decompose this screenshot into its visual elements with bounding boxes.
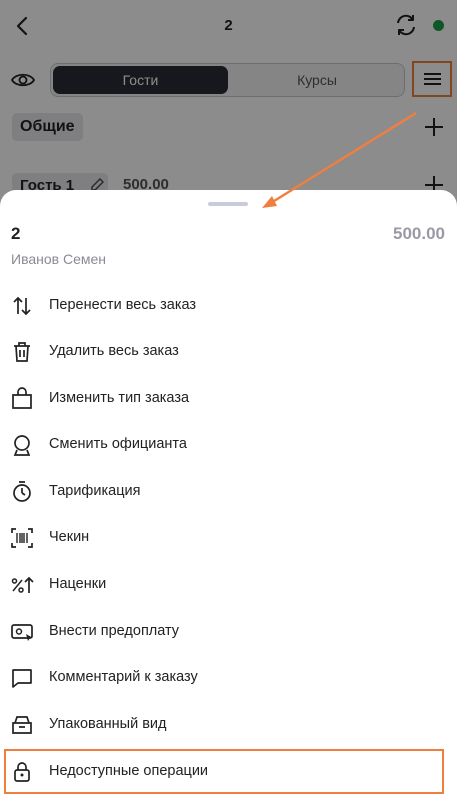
swap-vertical-icon xyxy=(10,294,34,318)
action-label: Наценки xyxy=(49,576,107,592)
action-label: Упакованный вид xyxy=(49,716,167,732)
action-label: Сменить официанта xyxy=(49,436,187,452)
action-packed-view[interactable]: Упакованный вид xyxy=(0,703,457,747)
action-label: Внести предоплату xyxy=(49,623,180,639)
stopwatch-icon xyxy=(10,480,34,504)
action-change-waiter[interactable]: Сменить официанта xyxy=(0,423,457,467)
action-checkin[interactable]: Чекин xyxy=(0,516,457,560)
prepay-icon xyxy=(10,620,34,644)
package-icon xyxy=(10,713,34,737)
sheet-waiter-name: Иванов Семен xyxy=(11,251,107,267)
action-order-comment[interactable]: Комментарий к заказу xyxy=(0,656,457,700)
action-delete-order[interactable]: Удалить весь заказ xyxy=(0,330,457,374)
sheet-drag-handle[interactable] xyxy=(208,202,248,206)
action-prepayment[interactable]: Внести предоплату xyxy=(0,610,457,654)
action-label: Изменить тип заказа xyxy=(49,390,190,406)
comment-icon xyxy=(10,666,34,690)
action-label: Удалить весь заказ xyxy=(49,343,179,359)
sheet-order-number: 2 xyxy=(11,224,21,243)
action-label: Комментарий к заказу xyxy=(49,669,198,685)
action-label: Тарификация xyxy=(49,483,141,499)
highlight-box xyxy=(4,749,444,794)
action-move-order[interactable]: Перенести весь заказ xyxy=(0,284,457,328)
action-markups[interactable]: Наценки xyxy=(0,563,457,607)
action-change-order-type[interactable]: Изменить тип заказа xyxy=(0,377,457,421)
barcode-scan-icon xyxy=(10,526,34,550)
order-actions-sheet: 2 500.00 Иванов Семен Перенести весь зак… xyxy=(0,190,457,799)
bag-icon xyxy=(10,387,34,411)
sheet-order-total: 500.00 xyxy=(393,224,445,243)
action-label: Чекин xyxy=(49,529,90,545)
action-label: Перенести весь заказ xyxy=(49,297,197,313)
trash-icon xyxy=(10,340,34,364)
waiter-icon xyxy=(10,433,34,457)
percent-up-icon xyxy=(10,573,34,597)
action-tariffication[interactable]: Тарификация xyxy=(0,470,457,514)
